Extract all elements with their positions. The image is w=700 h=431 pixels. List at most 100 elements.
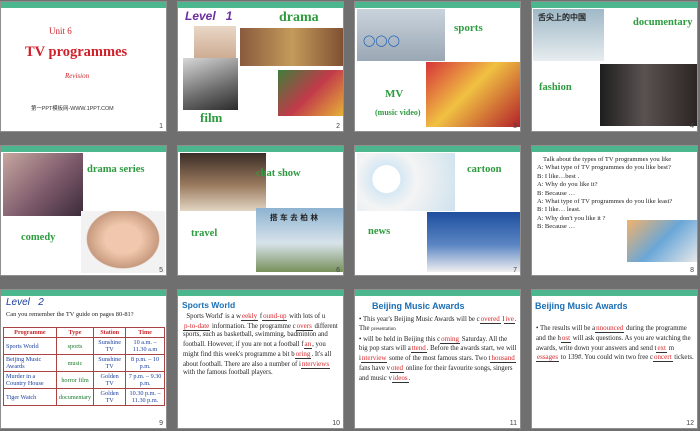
slide-number: 2 (336, 123, 340, 130)
answer-blank: oncert (653, 353, 673, 363)
answer-blank: ost (560, 333, 572, 343)
answer-blank: an (303, 340, 313, 350)
guide-question: Can you remember the TV guide on pages 8… (6, 311, 134, 318)
time-cell: 10.30 p.m. – 11.30 p.m. (125, 388, 165, 406)
answer-blank: oted (389, 363, 405, 373)
fashion-model-photo (600, 64, 697, 126)
table-header-row: Programme Type Station Time (3, 327, 165, 338)
slide-thumbnail-2[interactable]: Level 1 drama film 2 (177, 1, 344, 132)
cartoon-label: cartoon (467, 164, 502, 175)
answer-blank: overed (479, 315, 501, 324)
cloze-paragraph: • This year's Beijing Music Awards will … (359, 315, 517, 383)
drama-series-label: drama series (87, 164, 145, 175)
time-cell: 10 a.m. – 11.30 a.m (125, 337, 165, 355)
programme-cell: Beijing Music Awards (3, 354, 57, 372)
dialogue-line: B: I like… least. (537, 206, 581, 214)
station-cell: Golden TV (93, 371, 127, 389)
sports-label: sports (454, 22, 483, 34)
column-header: Station (93, 327, 127, 338)
chat-show-label: chat show (256, 168, 301, 179)
programme-cell: Murder in a Country House (3, 371, 57, 389)
slide-thumbnail-12[interactable]: Beijing Music Awards • The results will … (531, 289, 698, 429)
mv-sublabel: (music video) (375, 108, 421, 117)
slide-header-bar (1, 2, 166, 8)
documentary-label: documentary (633, 17, 693, 28)
slide-number: 7 (513, 267, 517, 274)
drama-cast-photo (240, 28, 343, 66)
type-cell: music (55, 354, 95, 372)
text-run: Sports World' is a w (186, 313, 241, 320)
text-run: This year's Beijing Music Awards will be… (362, 316, 480, 323)
slide-header-bar (355, 146, 520, 152)
travel-label: travel (191, 228, 218, 239)
dialogue-line: Talk about the types of TV programmes yo… (543, 156, 672, 163)
slide-title: TV programmes (25, 44, 128, 60)
station-cell: Sunshine TV (93, 337, 127, 355)
slide-number: 4 (690, 123, 694, 130)
watching-tv-illustration (627, 220, 697, 262)
slide-subtitle: Revision (65, 72, 90, 80)
news-anchor-photo (427, 212, 520, 272)
slide-thumbnail-5[interactable]: drama series comedy 5 (0, 145, 167, 276)
news-label: news (368, 226, 391, 237)
slide-thumbnail-4[interactable]: 舌尖上的中国 documentary fashion 4 (531, 1, 698, 132)
slide-header-bar (355, 290, 520, 296)
level-number: 2 (38, 297, 44, 308)
slide-number: 9 (159, 420, 163, 427)
table-row: Sports World sports Sunshine TV 10 a.m. … (3, 337, 165, 355)
text-run: . (408, 374, 411, 382)
dancers-photo (278, 70, 343, 116)
slide-thumbnail-8[interactable]: Talk about the types of TV programmes yo… (531, 145, 698, 276)
column-header: Time (125, 327, 165, 338)
comedian-photo (81, 211, 165, 273)
station-cell: Sunshine TV (93, 354, 127, 372)
slide-header-bar (1, 290, 166, 296)
level-heading: Level 2 (6, 297, 44, 308)
slide-thumbnail-1[interactable]: Unit 6 TV programmes Revision 第一PPT模板网-W… (0, 1, 167, 132)
tv-guide-table: Programme Type Station Time Sports World… (3, 327, 165, 406)
slide-number: 12 (686, 420, 694, 427)
dialogue-line: B: Because … (537, 189, 576, 197)
slide-thumbnail-11[interactable]: Beijing Music Awards • This year's Beiji… (354, 289, 521, 429)
answer-blank: ound-up (262, 312, 288, 321)
answer-blank: ttend (410, 344, 427, 354)
text-run: some of the most famous stars. Two t (389, 355, 491, 363)
text-run: will be held in Beijing this c (363, 335, 441, 343)
text-run: fans have v (359, 364, 390, 372)
film-label: film (200, 110, 223, 125)
column-header: Type (55, 327, 95, 338)
answer-blank: essages (536, 353, 559, 363)
music-video-photo (426, 62, 520, 127)
slide-heading: Beijing Music Awards (372, 301, 465, 311)
slide-thumbnail-3[interactable]: ◯◯◯ sports MV (music video) 3 (354, 1, 521, 132)
table-row: Beijing Music Awards music Sunshine TV 8… (3, 354, 165, 372)
slide-thumbnail-7[interactable]: cartoon news 7 (354, 145, 521, 276)
slide-number: 1 (159, 123, 163, 130)
text-run: with the famous football players. (183, 369, 273, 377)
chat-show-photo (180, 153, 266, 211)
text-run: to 139#. You could win two free c (560, 354, 654, 362)
slide-thumbnail-9[interactable]: Level 2 Can you remember the TV guide on… (0, 289, 167, 429)
programme-cell: Sports World (3, 337, 57, 355)
level-number: 1 (225, 9, 233, 23)
table-row: Murder in a Country House horror film Go… (3, 371, 165, 389)
answer-blank: eekly (240, 312, 259, 321)
slide-number: 11 (509, 420, 517, 427)
poster-title: 舌尖上的中国 (538, 13, 586, 22)
table-row: Tiger Watch documentary Golden TV 10.30 … (3, 388, 165, 406)
slide-number: 8 (690, 267, 694, 274)
level-word: Level (6, 297, 30, 308)
column-header: Programme (3, 327, 57, 338)
answer-blank: ive (504, 315, 515, 324)
slide-number: 10 (332, 420, 340, 427)
text-run: with lots of u (289, 313, 326, 320)
drama-series-poster (3, 153, 83, 216)
answer-blank: nterviews (300, 359, 331, 369)
travel-poster-title: 搭 车 去 柏 林 (270, 213, 318, 222)
comedy-label: comedy (21, 232, 56, 243)
dialogue-line: A: What type of TV programmes do you lik… (537, 164, 671, 172)
slide-thumbnail-10[interactable]: Sports World Sports World' is a weekly f… (177, 289, 344, 429)
slide-thumbnail-6[interactable]: chat show travel 搭 车 去 柏 林 6 (177, 145, 344, 276)
movie-poster-image (183, 58, 238, 110)
answer-blank: oring (294, 349, 312, 359)
